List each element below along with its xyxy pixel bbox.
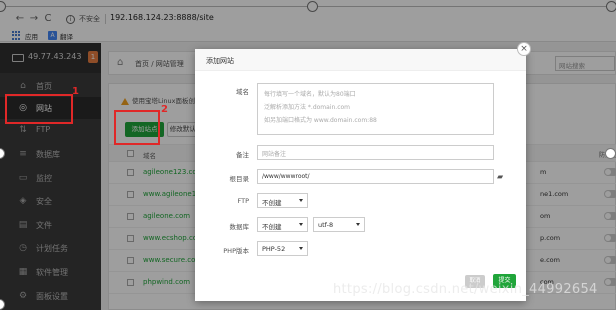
domain-placeholder-line: 如另加端口格式为 www.domain.com:88 [264,117,377,124]
chevron-down-icon [299,223,303,226]
add-site-dialog: 添加网站 域名 每行填写一个域名，默认为80端口 泛解析添加方法 *.domai… [195,49,526,301]
annotation-label-1: 1 [72,86,79,97]
database-select-value: 不创建 [262,223,282,231]
charset-select-value: utf-8 [318,221,334,229]
domain-label: 域名 [236,88,249,96]
php-version-select[interactable]: PHP-52 [257,241,308,256]
domain-placeholder-line: 每行填写一个域名，默认为80端口 [264,91,356,98]
resize-handle[interactable] [605,148,616,159]
close-icon[interactable]: × [517,42,531,56]
dialog-header: 添加网站 [195,49,526,71]
domain-placeholder-line: 泛解析添加方法 *.domain.com [264,104,351,111]
database-label: 数据库 [229,223,250,231]
annotation-label-2: 2 [161,104,168,115]
chevron-down-icon [299,247,303,250]
ftp-label: FTP [237,197,249,205]
dialog-title: 添加网站 [206,57,234,65]
chevron-down-icon [299,199,303,202]
annotation-box-nav [5,94,73,124]
chevron-down-icon [356,223,360,226]
ftp-select[interactable]: 不创建 [257,193,308,208]
charset-select[interactable]: utf-8 [313,217,365,232]
php-version-label: PHP版本 [223,247,249,255]
remark-label: 备注 [236,151,249,159]
database-select[interactable]: 不创建 [257,217,308,232]
ftp-select-value: 不创建 [262,199,282,207]
domain-textarea[interactable]: 每行填写一个域名，默认为80端口 泛解析添加方法 *.domain.com 如另… [257,83,494,135]
watermark: https://blog.csdn.net/weixin_44992654 [333,282,598,297]
folder-icon[interactable]: ▰ [497,173,507,181]
root-dir-input[interactable]: /www/wwwroot/ [257,169,494,184]
remark-input[interactable]: 网站备注 [257,145,494,160]
root-dir-label: 根目录 [229,175,250,183]
php-version-select-value: PHP-52 [262,245,286,253]
annotation-box-add-site [114,110,160,145]
